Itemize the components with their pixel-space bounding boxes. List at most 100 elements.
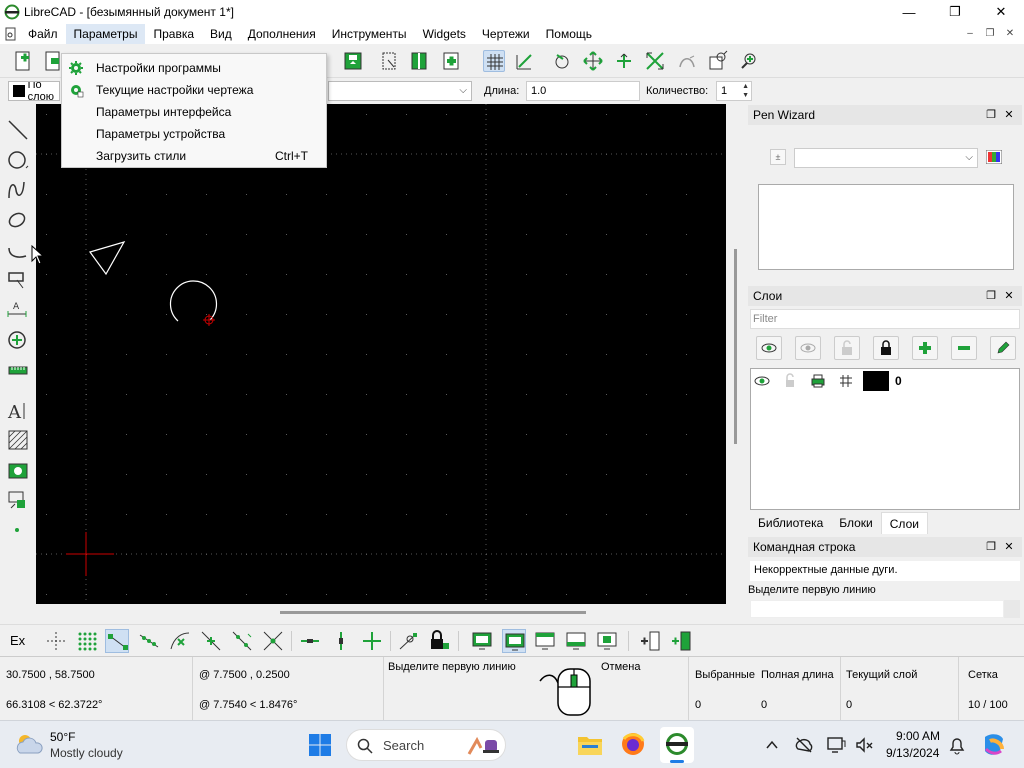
ellipse-tool-icon[interactable]	[6, 208, 30, 232]
command-scrollbar[interactable]	[1004, 600, 1020, 618]
hatch-tool-icon[interactable]	[6, 428, 30, 452]
grid-toggle-icon[interactable]	[483, 50, 505, 72]
menu-plugins[interactable]: Дополнения	[240, 24, 324, 44]
dock-right-icon[interactable]	[669, 629, 693, 653]
mdi-minimize-button[interactable]: –	[962, 24, 978, 44]
layer-lock-icon[interactable]	[782, 373, 798, 389]
document-icon[interactable]	[4, 27, 18, 41]
command-input[interactable]	[750, 600, 1004, 618]
circle-tool-icon[interactable]	[6, 148, 30, 172]
mdi-close-button[interactable]: ✕	[1002, 24, 1018, 44]
dock-left-icon[interactable]	[638, 629, 662, 653]
line-tool-icon[interactable]	[6, 118, 30, 142]
save-as-icon[interactable]	[342, 50, 364, 72]
zoom-window-icon[interactable]	[707, 50, 729, 72]
hide-all-layers-button[interactable]	[795, 336, 821, 360]
layer-row[interactable]: 0	[751, 371, 1019, 391]
close-button[interactable]: ✕	[978, 0, 1024, 24]
dimension-tool-icon[interactable]: A	[6, 298, 30, 322]
unlock-all-layers-button[interactable]	[834, 336, 860, 360]
panel-float-button[interactable]: ❐	[982, 288, 1000, 304]
set-relative-zero-icon[interactable]	[397, 629, 421, 653]
layer-construction-icon[interactable]	[838, 373, 854, 389]
snap-endpoint-icon[interactable]	[105, 629, 129, 653]
panel-close-button[interactable]: ✕	[1000, 107, 1018, 123]
block-tool-icon[interactable]	[6, 488, 30, 512]
triangle-entity[interactable]	[89, 241, 126, 276]
clock-date[interactable]: 9/13/2024	[886, 746, 939, 760]
text-tool-icon[interactable]: A	[6, 398, 30, 423]
tab-library[interactable]: Библиотека	[750, 512, 831, 534]
zoom-in-icon[interactable]	[582, 50, 604, 72]
firefox-icon[interactable]	[620, 731, 646, 757]
canvas-vertical-scrollbar[interactable]	[728, 104, 744, 604]
view-monitor-2-icon[interactable]	[502, 629, 526, 653]
zoom-previous-icon[interactable]	[676, 50, 698, 72]
minimize-button[interactable]: —	[886, 0, 932, 24]
add-layer-button[interactable]	[912, 336, 938, 360]
snap-exclusive-button[interactable]: Ex	[10, 633, 25, 648]
layer-filter-input[interactable]: Filter	[750, 309, 1020, 329]
remove-layer-button[interactable]	[951, 336, 977, 360]
menu-tools[interactable]: Инструменты	[324, 24, 415, 44]
draft-mode-icon[interactable]	[514, 50, 536, 72]
restrict-orthogonal-icon[interactable]	[360, 629, 384, 653]
menu-view[interactable]: Вид	[202, 24, 240, 44]
new-file-icon[interactable]	[12, 50, 34, 72]
panel-float-button[interactable]: ❐	[982, 539, 1000, 555]
menu-help[interactable]: Помощь	[538, 24, 600, 44]
lock-relative-zero-icon[interactable]	[428, 629, 452, 653]
snap-middle-icon[interactable]	[199, 629, 223, 653]
arc-entity[interactable]	[169, 280, 218, 322]
menu-item-drawing-preferences[interactable]: Текущие настройки чертежа	[62, 79, 326, 101]
network-off-icon[interactable]	[794, 735, 814, 755]
snap-distance-icon[interactable]	[230, 629, 254, 653]
menu-drawings[interactable]: Чертежи	[474, 24, 538, 44]
pen-color-select[interactable]: По слою	[8, 81, 60, 101]
scroll-thumb[interactable]	[734, 249, 737, 444]
layer-visible-icon[interactable]	[754, 373, 770, 389]
scroll-thumb[interactable]	[280, 611, 586, 614]
restrict-vertical-icon[interactable]	[329, 629, 353, 653]
redraw-icon[interactable]	[551, 50, 573, 72]
tab-layers[interactable]: Слои	[880, 512, 928, 534]
chevron-up-icon[interactable]	[764, 737, 780, 753]
snap-on-entity-icon[interactable]	[137, 629, 161, 653]
layer-print-icon[interactable]	[810, 373, 826, 389]
color-palette-icon[interactable]	[985, 149, 1003, 165]
librecad-taskbar-button[interactable]	[660, 727, 694, 763]
panel-float-button[interactable]: ❐	[982, 107, 1000, 123]
polyline-tool-icon[interactable]	[6, 238, 30, 262]
maximize-button[interactable]: ❐	[932, 0, 978, 24]
menu-item-device-options[interactable]: Параметры устройства	[62, 123, 326, 145]
zoom-pan-icon[interactable]	[738, 50, 760, 72]
show-all-layers-button[interactable]	[756, 336, 782, 360]
add-block-icon[interactable]	[440, 50, 462, 72]
panel-close-button[interactable]: ✕	[1000, 288, 1018, 304]
weather-temperature[interactable]: 50°F	[50, 730, 75, 744]
weather-cloud-icon[interactable]	[14, 731, 44, 757]
layer-color-swatch[interactable]	[863, 371, 889, 391]
view-monitor-1-icon[interactable]	[470, 629, 494, 653]
drawing-canvas[interactable]	[36, 104, 726, 604]
measure-tool-icon[interactable]	[6, 358, 30, 382]
windows-start-icon[interactable]	[308, 733, 332, 757]
count-spinbox[interactable]: 1 ▲ ▼	[716, 81, 752, 101]
pen-wizard-sort-button[interactable]: ±	[770, 149, 786, 165]
copilot-icon[interactable]	[980, 731, 1008, 759]
menu-item-widget-options[interactable]: Параметры интерфейса	[62, 101, 326, 123]
zoom-out-icon[interactable]	[613, 50, 635, 72]
pen-wizard-list[interactable]	[758, 184, 1014, 270]
split-view-icon[interactable]	[408, 50, 430, 72]
snap-center-icon[interactable]	[168, 629, 192, 653]
notification-bell-icon[interactable]	[948, 735, 966, 755]
zoom-auto-icon[interactable]	[644, 50, 666, 72]
modify-tool-icon[interactable]	[6, 328, 30, 352]
select-document-icon[interactable]	[378, 50, 400, 72]
curve-tool-icon[interactable]	[6, 178, 30, 202]
tab-blocks[interactable]: Блоки	[831, 512, 881, 534]
spin-arrows-icon[interactable]: ▲ ▼	[742, 82, 749, 100]
canvas-horizontal-scrollbar[interactable]	[36, 604, 726, 620]
display-icon[interactable]	[826, 735, 846, 755]
menu-file[interactable]: Файл	[20, 24, 66, 44]
